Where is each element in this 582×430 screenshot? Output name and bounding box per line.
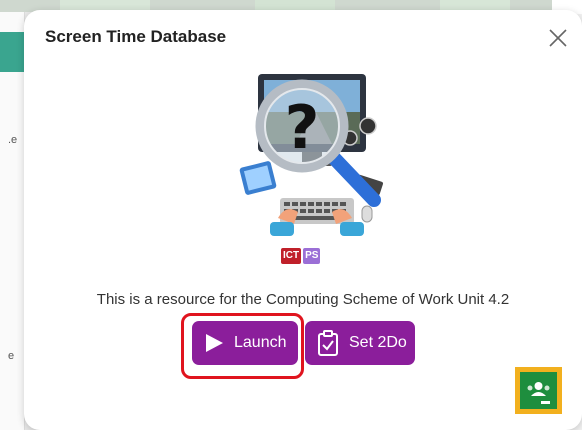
modal-title: Screen Time Database xyxy=(45,27,227,46)
background-teal-tab xyxy=(0,32,24,72)
close-icon xyxy=(549,29,567,47)
google-classroom-icon xyxy=(520,372,557,409)
ps-badge: PS xyxy=(303,248,321,264)
google-classroom-button[interactable] xyxy=(515,367,562,414)
background-text-fragment: .e xyxy=(8,134,18,146)
background-left-panel: .e e xyxy=(0,12,25,430)
resource-description: This is a resource for the Computing Sch… xyxy=(96,291,510,308)
launch-button[interactable]: Launch xyxy=(192,321,298,365)
close-button[interactable] xyxy=(546,26,570,50)
launch-label: Launch xyxy=(234,334,287,351)
set-2do-label: Set 2Do xyxy=(349,334,407,351)
set-2do-button[interactable]: Set 2Do xyxy=(305,321,415,365)
subject-badges: ICT PS xyxy=(281,248,321,264)
svg-text:?: ? xyxy=(285,93,320,163)
resource-modal: Screen Time Database ? ICT PS This is a … xyxy=(24,10,582,430)
play-icon xyxy=(204,333,224,353)
background-text-fragment: e xyxy=(8,350,15,362)
magnifier-question-computer-illustration: ? xyxy=(239,74,384,236)
clipboard-check-icon xyxy=(317,330,339,356)
ict-badge: ICT xyxy=(281,248,302,264)
